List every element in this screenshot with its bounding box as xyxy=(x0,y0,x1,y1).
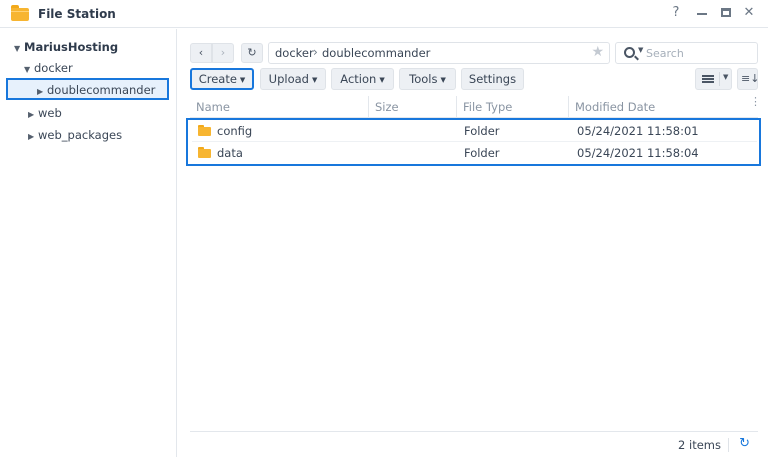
breadcrumb-item-doublecommander[interactable]: doublecommander xyxy=(322,46,430,60)
collapsed-arrow-icon[interactable]: ▶ xyxy=(37,82,47,102)
folder-icon xyxy=(198,147,211,158)
expanded-arrow-icon[interactable]: ▼ xyxy=(24,60,34,80)
file-type: Folder xyxy=(464,146,500,160)
tree-item-doublecommander[interactable]: ▶ doublecommander xyxy=(6,78,169,100)
search-input[interactable] xyxy=(646,45,751,61)
title-bar: File Station ? ✕ xyxy=(0,0,768,28)
upload-button-label: Upload xyxy=(268,72,309,86)
sort-button[interactable]: ≡↓ xyxy=(737,68,760,90)
chevron-down-icon: ▼ xyxy=(239,76,246,84)
file-list: config Folder 05/24/2021 11:58:01 data F… xyxy=(186,118,761,166)
chevron-down-icon: ▼ xyxy=(311,76,318,84)
upload-button[interactable]: Upload ▼ xyxy=(260,68,326,90)
column-header-file-type[interactable]: File Type xyxy=(456,96,568,118)
file-type: Folder xyxy=(464,124,500,138)
tree-item-root[interactable]: ▼ MariusHosting xyxy=(14,37,118,57)
column-header-size[interactable]: Size xyxy=(368,96,456,118)
window-title: File Station xyxy=(38,7,116,21)
tools-button[interactable]: Tools ▼ xyxy=(399,68,456,90)
tree-item-label: MariusHosting xyxy=(24,40,119,54)
tree-item-web[interactable]: ▶ web xyxy=(28,103,62,123)
breadcrumb: docker › doublecommander ★ xyxy=(268,42,610,64)
favorite-star-icon[interactable]: ★ xyxy=(591,44,604,60)
expanded-arrow-icon[interactable]: ▼ xyxy=(14,39,24,59)
create-button-label: Create xyxy=(198,72,237,86)
tree-item-label: doublecommander xyxy=(47,83,156,97)
tree-item-web-packages[interactable]: ▶ web_packages xyxy=(28,125,122,145)
search-icon[interactable] xyxy=(624,47,635,58)
modified-date: 05/24/2021 11:58:01 xyxy=(577,124,699,138)
breadcrumb-separator: › xyxy=(313,45,318,59)
settings-button[interactable]: Settings xyxy=(461,68,524,90)
breadcrumb-item-docker[interactable]: docker xyxy=(275,46,314,60)
refresh-button[interactable]: ↻ xyxy=(241,43,263,63)
back-button[interactable]: ‹ xyxy=(190,43,212,63)
tree-item-label: web_packages xyxy=(38,128,123,142)
help-icon[interactable]: ? xyxy=(668,5,684,21)
column-header-name[interactable]: Name xyxy=(190,96,368,118)
sort-icon: ≡↓ xyxy=(741,72,760,85)
table-header: Name Size File Type Modified Date ⋮ xyxy=(190,96,761,118)
tree-item-label: web xyxy=(38,106,62,120)
action-button[interactable]: Action ▼ xyxy=(331,68,394,90)
item-count: 2 items xyxy=(678,438,721,452)
table-row[interactable]: config Folder 05/24/2021 11:58:01 xyxy=(192,120,757,142)
collapsed-arrow-icon[interactable]: ▶ xyxy=(28,127,38,147)
modified-date: 05/24/2021 11:58:04 xyxy=(577,146,699,160)
action-button-label: Action xyxy=(340,72,377,86)
chevron-down-icon: ▼ xyxy=(723,73,729,81)
chevron-down-icon: ▼ xyxy=(379,76,385,84)
table-row[interactable]: data Folder 05/24/2021 11:58:04 xyxy=(192,142,757,164)
file-name: data xyxy=(217,146,243,160)
collapsed-arrow-icon[interactable]: ▶ xyxy=(28,105,38,125)
search-box: ▼ xyxy=(615,42,758,64)
status-bar: 2 items ↻ xyxy=(190,431,758,457)
tools-button-label: Tools xyxy=(409,72,438,86)
maximize-icon[interactable] xyxy=(718,5,734,21)
minimize-icon[interactable] xyxy=(694,5,710,21)
column-header-modified-date[interactable]: Modified Date xyxy=(568,96,744,118)
view-mode-button[interactable]: ▼ xyxy=(695,68,732,90)
create-button[interactable]: Create ▼ xyxy=(190,68,254,90)
list-view-icon xyxy=(702,75,714,83)
file-name: config xyxy=(217,124,253,138)
file-station-app-icon xyxy=(11,5,29,21)
chevron-down-icon: ▼ xyxy=(440,76,446,84)
close-icon[interactable]: ✕ xyxy=(741,5,757,21)
tree-item-label: docker xyxy=(34,61,73,75)
chevron-down-icon[interactable]: ▼ xyxy=(638,46,643,54)
refresh-icon[interactable]: ↻ xyxy=(739,436,750,451)
folder-icon xyxy=(198,125,211,136)
column-options-icon[interactable]: ⋮ xyxy=(750,96,761,107)
forward-button[interactable]: › xyxy=(212,43,234,63)
sidebar-tree: ▼ MariusHosting ▼ docker ▶ doublecommander … xyxy=(0,29,177,457)
tree-item-docker[interactable]: ▼ docker xyxy=(24,58,73,78)
